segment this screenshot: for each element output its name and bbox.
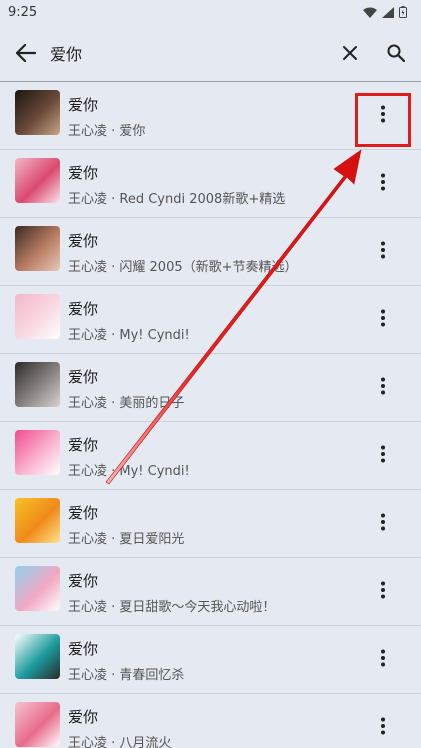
album-cover: [15, 158, 60, 203]
battery-icon: [399, 6, 407, 18]
song-row[interactable]: 爱你王心凌 · 闪耀 2005（新歌+节奏精选）: [0, 218, 421, 286]
more-options-button[interactable]: [372, 100, 394, 128]
status-bar: 9:25: [0, 0, 421, 24]
more-options-button[interactable]: [372, 372, 394, 400]
song-row[interactable]: 爱你王心凌 · Red Cyndi 2008新歌+精选: [0, 150, 421, 218]
album-cover: [15, 226, 60, 271]
album-cover: [15, 294, 60, 339]
more-vert-icon: [381, 445, 385, 463]
clear-search-button[interactable]: [338, 40, 362, 66]
song-subtitle: 王心凌 · 八月流火: [68, 736, 172, 748]
more-vert-icon: [381, 649, 385, 667]
more-options-button[interactable]: [372, 644, 394, 672]
song-subtitle: 王心凌 · Red Cyndi 2008新歌+精选: [68, 192, 286, 207]
song-subtitle: 王心凌 · 闪耀 2005（新歌+节奏精选）: [68, 260, 298, 275]
more-options-button[interactable]: [372, 712, 394, 740]
more-vert-icon: [381, 105, 385, 123]
more-vert-icon: [381, 173, 385, 191]
song-title: 爱你: [68, 504, 99, 522]
more-vert-icon: [381, 377, 385, 395]
more-options-button[interactable]: [372, 304, 394, 332]
song-row[interactable]: 爱你王心凌 · 夏日爱阳光: [0, 490, 421, 558]
more-options-button[interactable]: [372, 576, 394, 604]
song-subtitle: 王心凌 · My! Cyndi!: [68, 328, 190, 343]
more-options-button[interactable]: [372, 440, 394, 468]
song-title: 爱你: [68, 436, 99, 454]
song-subtitle: 王心凌 · 夏日爱阳光: [68, 532, 185, 547]
search-input[interactable]: 爱你: [50, 41, 82, 65]
close-icon: [343, 46, 357, 60]
album-cover: [15, 634, 60, 679]
song-title: 爱你: [68, 708, 99, 726]
album-cover: [15, 430, 60, 475]
more-vert-icon: [381, 241, 385, 259]
song-title: 爱你: [68, 300, 99, 318]
song-row[interactable]: 爱你王心凌 · 美丽的日子: [0, 354, 421, 422]
song-title: 爱你: [68, 96, 99, 114]
album-cover: [15, 702, 60, 747]
more-vert-icon: [381, 581, 385, 599]
status-time: 9:25: [8, 4, 38, 20]
album-cover: [15, 566, 60, 611]
album-cover: [15, 90, 60, 135]
song-row[interactable]: 爱你王心凌 · My! Cyndi!: [0, 422, 421, 490]
wifi-icon: [363, 7, 377, 18]
more-options-button[interactable]: [372, 508, 394, 536]
album-cover: [15, 498, 60, 543]
album-cover: [15, 362, 60, 407]
song-title: 爱你: [68, 572, 99, 590]
status-icons: [363, 6, 407, 18]
search-button[interactable]: [384, 40, 408, 66]
search-bar: 爱你: [0, 24, 421, 82]
search-icon: [387, 44, 405, 62]
song-subtitle: 王心凌 · 青春回忆杀: [68, 668, 185, 683]
song-title: 爱你: [68, 164, 99, 182]
more-vert-icon: [381, 513, 385, 531]
song-row[interactable]: 爱你王心凌 · My! Cyndi!: [0, 286, 421, 354]
back-button[interactable]: [13, 40, 39, 66]
song-subtitle: 王心凌 · My! Cyndi!: [68, 464, 190, 479]
song-title: 爱你: [68, 368, 99, 386]
more-options-button[interactable]: [372, 168, 394, 196]
song-title: 爱你: [68, 640, 99, 658]
song-row[interactable]: 爱你王心凌 · 夏日甜歌～今天我心动啦！: [0, 558, 421, 626]
song-subtitle: 王心凌 · 夏日甜歌～今天我心动啦！: [68, 600, 276, 615]
arrow-left-icon: [16, 44, 36, 62]
song-subtitle: 王心凌 · 美丽的日子: [68, 396, 185, 411]
more-vert-icon: [381, 717, 385, 735]
song-title: 爱你: [68, 232, 99, 250]
song-row[interactable]: 爱你王心凌 · 爱你: [0, 82, 421, 150]
song-row[interactable]: 爱你王心凌 · 青春回忆杀: [0, 626, 421, 694]
more-vert-icon: [381, 309, 385, 327]
song-list: 爱你 王心凌 · 爱你 爱你 王心凌 · Red Cyndi 2008新歌+精选 爱你王…: [0, 82, 421, 748]
song-row[interactable]: 爱你王心凌 · 八月流火: [0, 694, 421, 748]
song-subtitle: 王心凌 · 爱你: [68, 124, 146, 139]
signal-icon: [382, 6, 394, 18]
more-options-button[interactable]: [372, 236, 394, 264]
